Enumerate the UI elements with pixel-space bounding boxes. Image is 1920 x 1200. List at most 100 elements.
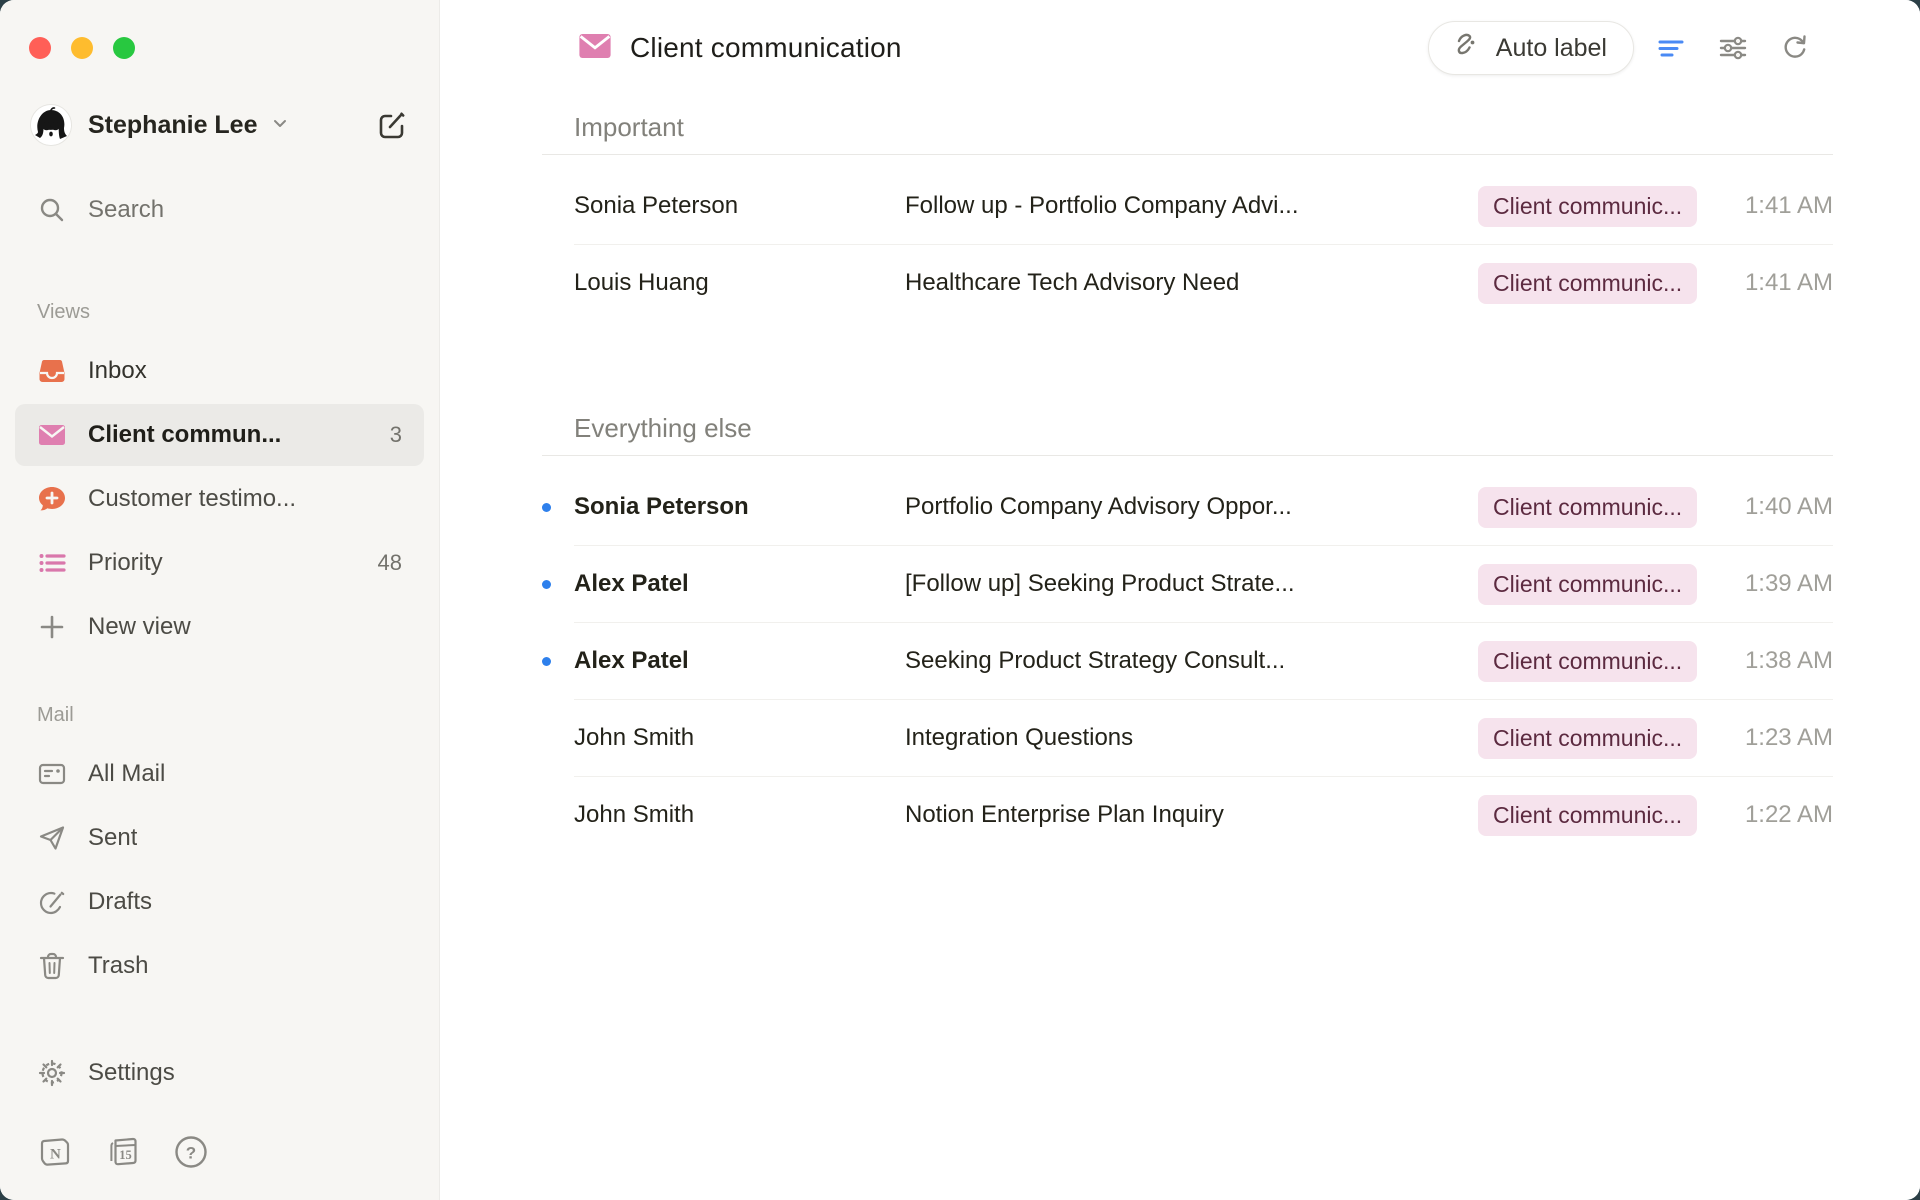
views-section-label: Views [37, 301, 439, 324]
sidebar-item-label: Sent [88, 824, 137, 852]
email-subject: Integration Questions [905, 724, 1478, 752]
email-row[interactable]: John Smith Integration Questions Client … [542, 700, 1833, 776]
sidebar-item-label: Drafts [88, 888, 152, 916]
app-window: Stephanie Lee Search Views [0, 0, 1920, 1200]
label-badge: Client communic... [1478, 718, 1697, 759]
sidebar-item-priority[interactable]: Priority 48 [15, 532, 424, 594]
sidebar-item-client-communication[interactable]: Client commun... 3 [15, 404, 424, 466]
email-list: Important Sonia Peterson Follow up - Por… [440, 96, 1920, 853]
email-sender: John Smith [574, 801, 905, 829]
section-title-important: Important [574, 112, 1833, 143]
sidebar-item-customer-testimonials[interactable]: Customer testimo... [15, 468, 424, 530]
email-sender: Sonia Peterson [574, 192, 905, 220]
minimize-window-button[interactable] [71, 37, 93, 59]
gear-icon [37, 1058, 67, 1088]
sidebar-item-drafts[interactable]: Drafts [15, 871, 424, 933]
sidebar-item-label: Settings [88, 1059, 175, 1087]
unread-dot [542, 580, 551, 589]
section-rows-important: Sonia Peterson Follow up - Portfolio Com… [542, 155, 1833, 321]
notion-calendar-icon[interactable]: 15 [105, 1134, 141, 1170]
sidebar-item-label: Client commun... [88, 421, 281, 449]
sidebar-item-label: All Mail [88, 760, 165, 788]
search-icon [37, 195, 67, 225]
email-row[interactable]: John Smith Notion Enterprise Plan Inquir… [542, 777, 1833, 853]
account-switcher[interactable]: Stephanie Lee [30, 103, 409, 147]
sidebar-item-settings[interactable]: Settings [15, 1042, 424, 1104]
sidebar-item-sent[interactable]: Sent [15, 807, 424, 869]
search-button[interactable]: Search [15, 179, 424, 241]
filter-icon[interactable] [1646, 23, 1696, 73]
email-sender: John Smith [574, 724, 905, 752]
sliders-icon[interactable] [1708, 23, 1758, 73]
unread-dot [542, 657, 551, 666]
inbox-icon [37, 356, 67, 386]
email-sender: Sonia Peterson [574, 493, 905, 521]
email-sender: Louis Huang [574, 269, 905, 297]
svg-text:15: 15 [119, 1148, 132, 1162]
sidebar-item-label: Customer testimo... [88, 485, 296, 513]
email-subject: Healthcare Tech Advisory Need [905, 269, 1478, 297]
label-badge: Client communic... [1478, 641, 1697, 682]
refresh-icon[interactable] [1770, 23, 1820, 73]
header-actions: Auto label [1428, 21, 1820, 75]
email-time: 1:38 AM [1723, 647, 1833, 675]
help-icon[interactable]: ? [173, 1134, 209, 1170]
label-badge: Client communic... [1478, 186, 1697, 227]
sidebar-item-inbox[interactable]: Inbox [15, 340, 424, 402]
sidebar-bottom: Settings N 15 [0, 1042, 439, 1200]
envelope-icon [577, 28, 613, 69]
sidebar-footer: N 15 ? [0, 1112, 439, 1200]
search-label: Search [88, 196, 164, 224]
trash-icon [37, 951, 67, 981]
page-title: Client communication [630, 32, 902, 64]
zoom-window-button[interactable] [113, 37, 135, 59]
close-window-button[interactable] [29, 37, 51, 59]
section-rows-everything-else: Sonia Peterson Portfolio Company Advisor… [542, 456, 1833, 853]
compose-button[interactable] [375, 108, 409, 142]
email-subject: Seeking Product Strategy Consult... [905, 647, 1478, 675]
notion-logo-icon[interactable]: N [37, 1134, 73, 1170]
priority-count: 48 [378, 550, 402, 576]
svg-text:N: N [50, 1147, 61, 1163]
auto-label-text: Auto label [1496, 34, 1607, 63]
email-subject: [Follow up] Seeking Product Strate... [905, 570, 1478, 598]
unread-count: 3 [390, 422, 402, 448]
label-badge: Client communic... [1478, 487, 1697, 528]
mail-section-label: Mail [37, 704, 439, 727]
main-panel: Client communication Auto label [440, 0, 1920, 1200]
email-time: 1:22 AM [1723, 801, 1833, 829]
email-time: 1:41 AM [1723, 192, 1833, 220]
sidebar-item-new-view[interactable]: New view [15, 596, 424, 658]
section-title-everything-else: Everything else [574, 413, 1833, 444]
unread-dot [542, 503, 551, 512]
sidebar-item-trash[interactable]: Trash [15, 935, 424, 997]
main-header: Client communication Auto label [440, 0, 1920, 96]
sidebar-item-all-mail[interactable]: All Mail [15, 743, 424, 805]
sidebar-item-label: Inbox [88, 357, 147, 385]
email-row[interactable]: Sonia Peterson Follow up - Portfolio Com… [542, 168, 1833, 244]
email-subject: Notion Enterprise Plan Inquiry [905, 801, 1478, 829]
email-row[interactable]: Sonia Peterson Portfolio Company Advisor… [542, 469, 1833, 545]
email-sender: Alex Patel [574, 647, 905, 675]
email-time: 1:23 AM [1723, 724, 1833, 752]
label-badge: Client communic... [1478, 795, 1697, 836]
sidebar-item-label: Priority [88, 549, 163, 577]
auto-label-wand-icon [1451, 29, 1483, 68]
email-row[interactable]: Louis Huang Healthcare Tech Advisory Nee… [542, 245, 1833, 321]
testimonial-bubble-icon [37, 484, 67, 514]
email-row[interactable]: Alex Patel [Follow up] Seeking Product S… [542, 546, 1833, 622]
avatar [30, 104, 72, 146]
sidebar-item-label: New view [88, 613, 191, 641]
label-badge: Client communic... [1478, 263, 1697, 304]
sidebar-item-label: Trash [88, 952, 148, 980]
auto-label-button[interactable]: Auto label [1428, 21, 1634, 75]
email-time: 1:40 AM [1723, 493, 1833, 521]
draft-pencil-icon [37, 887, 67, 917]
view-title-group: Client communication [577, 28, 902, 69]
plus-icon [37, 612, 67, 642]
sidebar: Stephanie Lee Search Views [0, 0, 440, 1200]
email-row[interactable]: Alex Patel Seeking Product Strategy Cons… [542, 623, 1833, 699]
label-badge: Client communic... [1478, 564, 1697, 605]
email-time: 1:41 AM [1723, 269, 1833, 297]
email-subject: Follow up - Portfolio Company Advi... [905, 192, 1478, 220]
